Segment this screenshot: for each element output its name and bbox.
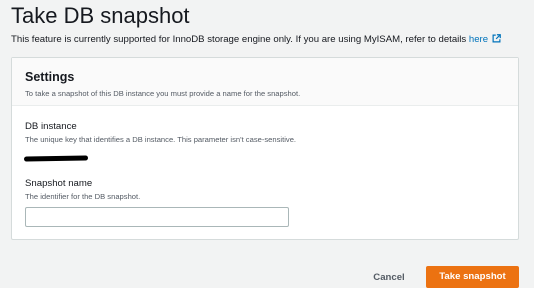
settings-panel: Settings To take a snapshot of this DB i…: [11, 57, 519, 240]
details-link[interactable]: here: [469, 34, 501, 45]
details-link-label: here: [468, 34, 489, 45]
snapshot-name-label: Snapshot name: [25, 178, 93, 189]
external-link-icon: [492, 34, 501, 43]
intro-text: This feature is currently supported for …: [11, 34, 501, 45]
db-instance-value-redacted: [23, 155, 89, 162]
snapshot-name-description: The identifier for the DB snapshot.: [25, 192, 141, 201]
page-title: Take DB snapshot: [11, 3, 190, 28]
db-instance-description: The unique key that identifies a DB inst…: [25, 135, 297, 144]
settings-panel-header: Settings To take a snapshot of this DB i…: [12, 58, 518, 106]
cancel-button[interactable]: Cancel: [366, 267, 412, 287]
snapshot-name-input[interactable]: [25, 207, 289, 227]
settings-title: Settings: [25, 70, 75, 84]
intro-text-body: This feature is currently supported for …: [11, 34, 469, 45]
db-instance-label: DB instance: [25, 121, 77, 132]
settings-description: To take a snapshot of this DB instance y…: [25, 89, 301, 98]
